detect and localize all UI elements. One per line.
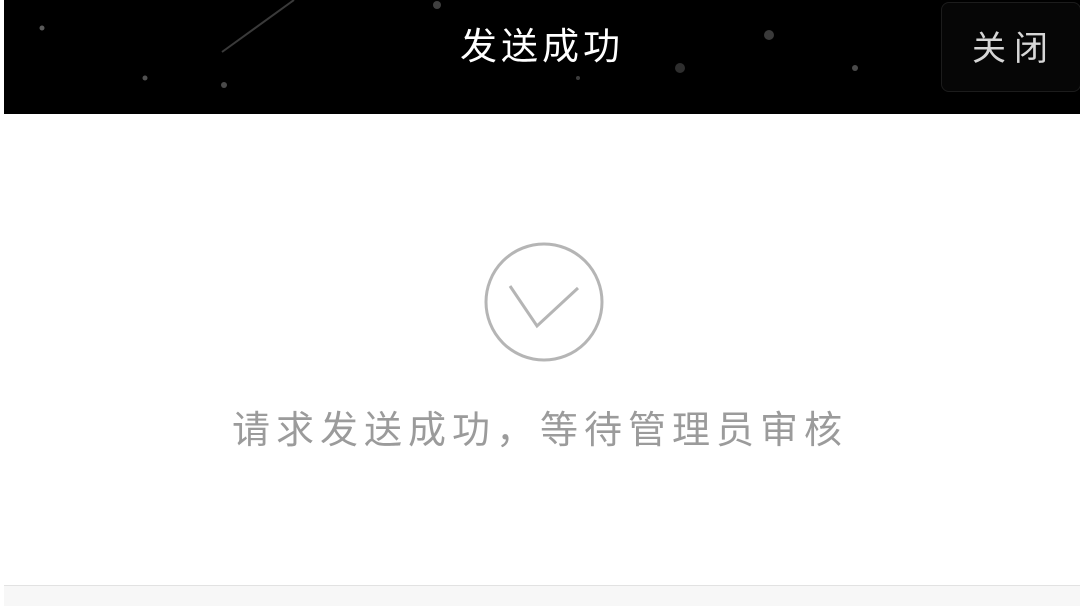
check-circle-icon	[482, 242, 606, 366]
close-button[interactable]: 关闭	[941, 2, 1080, 92]
success-page: 发送成功 关闭 请求发送成功，等待管理员审核	[0, 0, 1080, 606]
page-title: 发送成功	[460, 25, 624, 68]
footer-bar	[4, 585, 1080, 606]
status-message: 请求发送成功，等待管理员审核	[231, 408, 848, 452]
header-bar: 发送成功	[4, 0, 1080, 114]
